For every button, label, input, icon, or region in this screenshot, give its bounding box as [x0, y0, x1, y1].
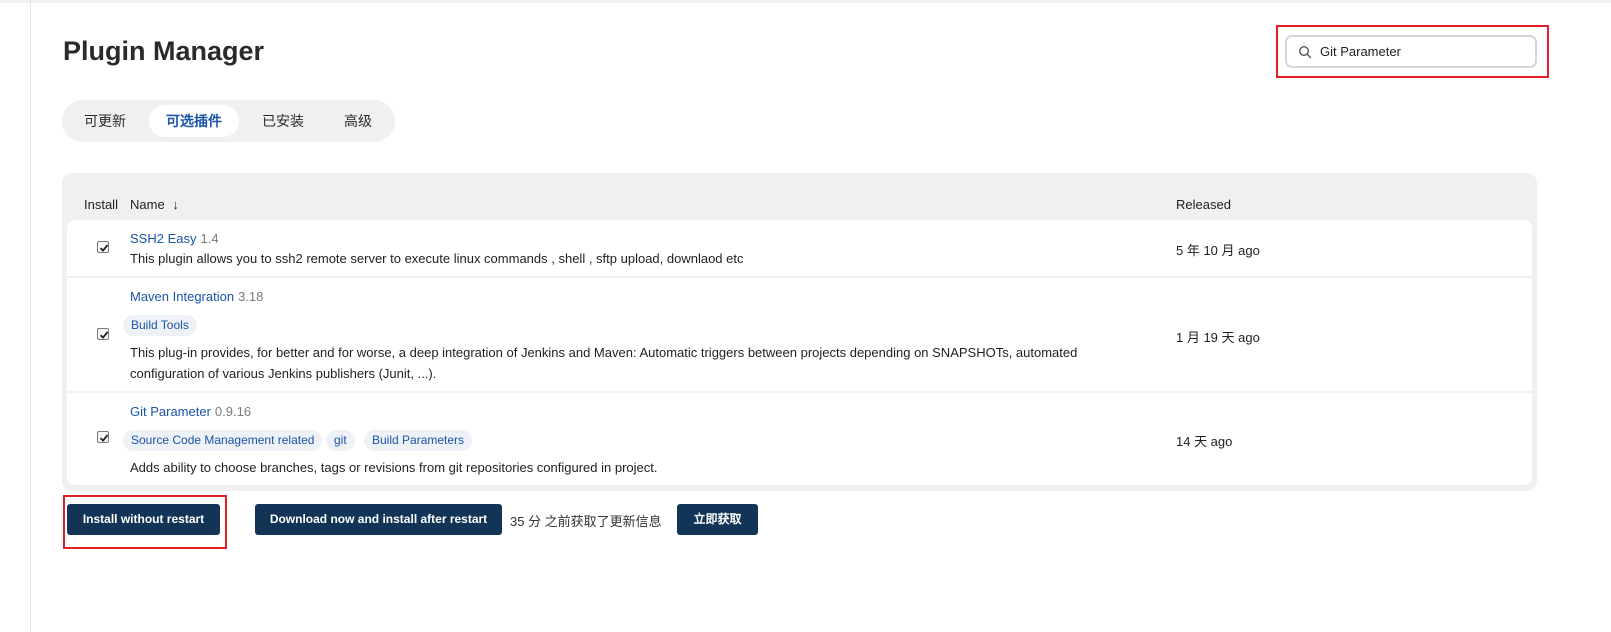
sort-arrow-icon: ↓	[172, 197, 179, 212]
column-header-released: Released	[1176, 197, 1231, 212]
plugin-version: 0.9.16	[214, 404, 252, 419]
update-status-text: 35 分 之前获取了更新信息	[510, 514, 662, 529]
plugin-name-link[interactable]: SSH2 Easy 1.4	[130, 231, 219, 246]
released-time: 14 天 ago	[1176, 434, 1233, 449]
plugin-name-link[interactable]: Maven Integration 3.18	[130, 289, 263, 304]
install-checkbox[interactable]	[97, 241, 109, 253]
tab-advanced[interactable]: 高级	[328, 105, 388, 137]
install-without-restart-button[interactable]: Install without restart	[67, 504, 220, 535]
tab-available[interactable]: 可选插件	[149, 105, 239, 137]
fetch-now-button[interactable]: 立即获取	[677, 504, 758, 535]
install-checkbox[interactable]	[97, 431, 109, 443]
plugin-name: Git Parameter	[130, 404, 211, 419]
plugin-name-link[interactable]: Git Parameter 0.9.16	[130, 404, 251, 419]
plugin-name: SSH2 Easy	[130, 231, 197, 246]
plugin-description-line: This plug-in provides, for better and fo…	[130, 345, 1078, 360]
column-header-install: Install	[84, 197, 118, 212]
top-border	[0, 0, 1611, 3]
plugin-description: Adds ability to choose branches, tags or…	[130, 460, 658, 475]
search-icon	[1292, 39, 1318, 65]
plugin-tabs: 可更新 可选插件 已安装 高级	[62, 100, 395, 142]
side-panel-divider	[30, 0, 31, 632]
released-time: 1 月 19 天 ago	[1176, 330, 1260, 345]
category-tag[interactable]: git	[326, 430, 355, 451]
column-header-name[interactable]: Name ↓	[130, 197, 179, 212]
plugin-version: 1.4	[200, 231, 219, 246]
plugin-name: Maven Integration	[130, 289, 235, 304]
table-row: Maven Integration 3.18 Build Tools This p…	[67, 278, 1532, 391]
tab-updates[interactable]: 可更新	[73, 105, 137, 137]
plugin-description: This plug-in provides, for better and fo…	[130, 342, 1077, 384]
table-row: SSH2 Easy 1.4 This plugin allows you to s…	[67, 220, 1532, 276]
category-tag[interactable]: Build Tools	[123, 315, 197, 336]
plugin-description-line: configuration of various Jenkins publish…	[130, 366, 437, 381]
search-input[interactable]	[1318, 44, 1518, 59]
plugin-version: 3.18	[238, 289, 264, 304]
category-tag[interactable]: Source Code Management related	[123, 430, 323, 451]
column-header-name-label: Name	[130, 197, 165, 212]
table-row: Git Parameter 0.9.16 Source Code Manageme…	[67, 393, 1532, 485]
search-field[interactable]	[1285, 35, 1537, 68]
plugin-description: This plugin allows you to ssh2 remote se…	[130, 251, 744, 266]
category-tag[interactable]: Build Parameters	[364, 430, 473, 451]
install-checkbox[interactable]	[97, 328, 109, 340]
download-install-after-restart-button[interactable]: Download now and install after restart	[255, 504, 502, 535]
released-time: 5 年 10 月 ago	[1176, 243, 1260, 258]
page-title: Plugin Manager	[63, 36, 265, 66]
tab-installed[interactable]: 已安装	[250, 105, 316, 137]
plugins-table: Install Name ↓ Released SSH2 Easy 1.4 Thi…	[62, 173, 1537, 491]
